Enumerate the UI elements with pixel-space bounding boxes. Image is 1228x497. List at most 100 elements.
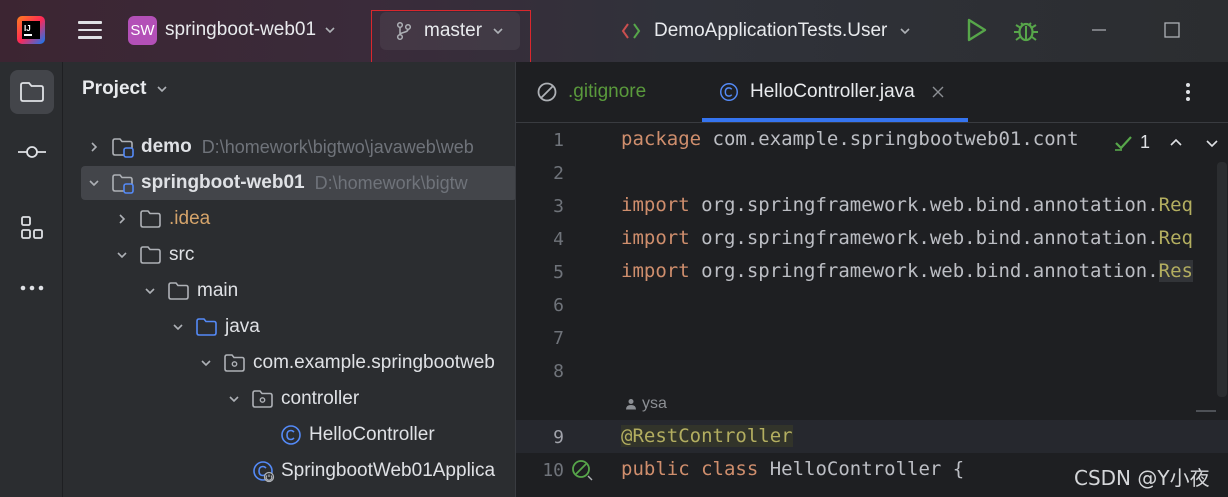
tree-row-main[interactable]: main xyxy=(63,274,515,308)
chevron-down-icon xyxy=(157,86,167,93)
test-config-icon xyxy=(621,23,641,39)
package-icon xyxy=(252,390,273,408)
svg-text:IJ: IJ xyxy=(24,24,31,33)
tree-row-controller[interactable]: controller xyxy=(63,382,515,416)
chevron-down-icon[interactable] xyxy=(1204,135,1220,151)
inspection-widget[interactable]: 1 xyxy=(1114,132,1220,153)
project-view-selector[interactable]: Project xyxy=(82,78,168,100)
folder-icon xyxy=(140,246,161,264)
intellij-idea-logo-icon[interactable]: IJ xyxy=(14,13,48,47)
line-number: 10 xyxy=(542,460,564,481)
code-line[interactable]: import org.springframework.web.bind.anno… xyxy=(621,260,1193,282)
minimize-button[interactable] xyxy=(1087,18,1111,42)
code-line[interactable]: package com.example.springbootweb01.cont xyxy=(621,128,1079,150)
tree-row-idea[interactable]: .idea xyxy=(63,202,515,236)
line-number: 5 xyxy=(553,262,564,283)
line-number: 6 xyxy=(553,295,564,316)
tree-row-springboot-web01[interactable]: springboot-web01 D:\homework\bigtw xyxy=(81,166,515,200)
chevron-up-icon[interactable] xyxy=(1168,135,1184,151)
tab-options-button[interactable] xyxy=(1176,80,1200,104)
author-inlay-hint[interactable]: ysa xyxy=(624,395,667,413)
chevron-down-icon xyxy=(900,28,910,35)
bug-icon xyxy=(1014,22,1038,42)
run-configuration-name: DemoApplicationTests.User xyxy=(654,20,888,41)
commit-tool-button[interactable] xyxy=(10,130,54,174)
maximize-button[interactable] xyxy=(1160,18,1184,42)
code-text: Req xyxy=(1158,194,1193,216)
tab-label: .gitignore xyxy=(568,81,647,102)
tab-gitignore[interactable]: .gitignore xyxy=(536,62,646,122)
project-badge: SW xyxy=(128,15,157,45)
code-keyword: public xyxy=(621,458,690,480)
run-button[interactable] xyxy=(962,16,990,44)
code-line[interactable]: @RestController xyxy=(621,425,793,447)
chevron-down-icon[interactable] xyxy=(225,390,243,408)
structure-tool-button[interactable] xyxy=(10,206,54,250)
code-text: org.springframework.web.bind.annotation. xyxy=(689,194,1159,216)
chevron-down-icon[interactable] xyxy=(141,282,159,300)
springboot-class-icon xyxy=(253,461,275,483)
line-number: 3 xyxy=(553,196,564,217)
chevron-down-icon[interactable] xyxy=(85,174,103,192)
module-icon xyxy=(112,174,134,194)
folder-icon xyxy=(168,282,189,300)
maximize-icon xyxy=(1164,22,1180,38)
code-keyword: import xyxy=(621,227,690,249)
tree-row-src[interactable]: src xyxy=(63,238,515,272)
code-line[interactable]: public class HelloController { xyxy=(621,458,964,480)
commit-icon xyxy=(18,146,46,158)
tree-label: com.example.springbootweb xyxy=(253,352,495,373)
code-text: com.example.springbootweb01.cont xyxy=(701,128,1079,150)
tree-label: controller xyxy=(281,388,360,409)
panel-title: Project xyxy=(82,78,147,99)
close-icon[interactable] xyxy=(931,85,945,99)
tree-row-package[interactable]: com.example.springbootweb xyxy=(63,346,515,380)
debug-button[interactable] xyxy=(1011,15,1041,45)
tree-row-hellocontroller[interactable]: HelloController xyxy=(63,418,515,452)
tree-row-springbootweb01application[interactable]: SpringbootWeb01Applica xyxy=(63,454,515,488)
chevron-down-icon[interactable] xyxy=(113,246,131,264)
code-keyword: import xyxy=(621,260,690,282)
line-number: 4 xyxy=(553,229,564,250)
minimize-icon xyxy=(1092,29,1106,31)
code-line[interactable]: import org.springframework.web.bind.anno… xyxy=(621,194,1193,216)
active-tab-indicator xyxy=(702,118,968,122)
tree-row-java[interactable]: java xyxy=(63,310,515,344)
vertical-scrollbar[interactable] xyxy=(1217,162,1227,397)
tree-label: HelloController xyxy=(309,424,435,445)
tree-path: D:\homework\bigtwo\javaweb\web xyxy=(201,136,474,157)
code-text: Req xyxy=(1158,227,1193,249)
tree-label: main xyxy=(197,280,239,301)
main-menu-button[interactable] xyxy=(72,14,108,46)
code-keyword: package xyxy=(621,128,702,150)
source-folder-icon xyxy=(196,318,217,336)
line-number: 1 xyxy=(553,130,564,151)
project-selector[interactable]: SW springboot-web01 xyxy=(128,12,336,48)
check-icon xyxy=(1115,135,1132,151)
tree-label: SpringbootWeb01Applica xyxy=(281,460,496,481)
code-annotation: @RestController xyxy=(621,425,793,447)
code-text: Res xyxy=(1158,260,1193,282)
code-text: org.springframework.web.bind.annotation. xyxy=(689,227,1159,249)
more-tools-button[interactable] xyxy=(10,266,54,310)
tree-label: src xyxy=(169,244,195,265)
code-line[interactable]: import org.springframework.web.bind.anno… xyxy=(621,227,1193,249)
class-icon xyxy=(281,425,301,445)
project-tool-button[interactable] xyxy=(10,70,54,114)
chevron-down-icon[interactable] xyxy=(169,318,187,336)
run-configuration-selector[interactable]: DemoApplicationTests.User xyxy=(620,12,911,50)
user-icon xyxy=(626,399,636,410)
chevron-down-icon[interactable] xyxy=(197,354,215,372)
chevron-right-icon[interactable] xyxy=(85,138,103,156)
spring-bean-gutter-icon[interactable] xyxy=(570,458,596,484)
tab-hellocontroller[interactable]: HelloController.java xyxy=(718,62,945,122)
code-keyword: class xyxy=(701,458,759,480)
tree-label: java xyxy=(225,316,260,337)
project-tool-window: Project demo D:\homework\bigtwo\javaweb\… xyxy=(63,62,515,497)
tree-row-demo[interactable]: demo D:\homework\bigtwo\javaweb\web xyxy=(63,130,515,164)
chevron-right-icon[interactable] xyxy=(113,210,131,228)
line-number: 2 xyxy=(553,163,564,184)
code-text: HelloController { xyxy=(758,458,965,480)
scroll-marker xyxy=(1196,410,1216,412)
class-icon xyxy=(720,83,738,101)
